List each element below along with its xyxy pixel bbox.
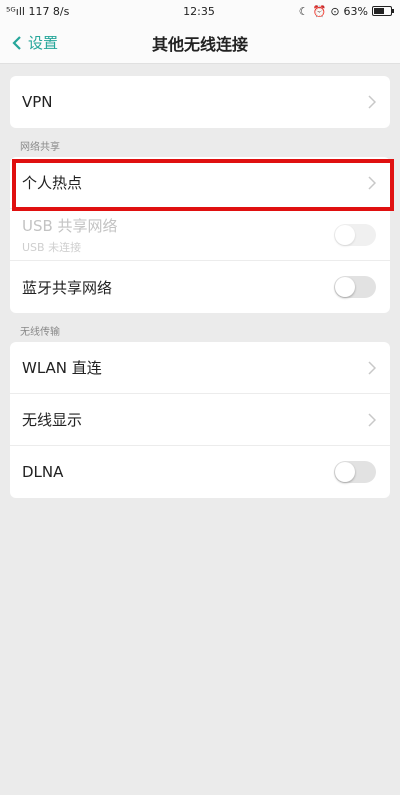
chevron-right-icon xyxy=(368,360,376,375)
section-label-transfer: 无线传输 xyxy=(20,327,60,338)
bt-tethering-item[interactable]: 蓝牙共享网络 xyxy=(10,261,390,313)
vpn-group: VPN xyxy=(10,76,390,128)
rotation-lock-icon: ⊙ xyxy=(330,4,340,18)
status-bar: ⁵ᴳıll 117 8/s 12:35 ☾ ⏰ ⊙ 63% xyxy=(0,0,400,22)
chevron-right-icon xyxy=(368,412,376,427)
back-button[interactable]: 设置 xyxy=(0,32,58,53)
chevron-left-icon xyxy=(12,35,21,50)
moon-icon: ☾ xyxy=(298,4,309,18)
section-label-sharing: 网络共享 xyxy=(20,142,60,153)
signal-status: ⁵ᴳıll 117 8/s xyxy=(6,4,70,18)
wireless-display-label: 无线显示 xyxy=(22,411,83,429)
status-icons: ☾ ⏰ ⊙ 63% xyxy=(252,4,394,18)
dlna-item[interactable]: DLNA xyxy=(10,446,390,498)
bt-label: 蓝牙共享网络 xyxy=(22,278,113,297)
alarm-icon: ⏰ xyxy=(312,4,327,18)
transfer-group: WLAN 直连 无线显示 DLNA xyxy=(10,342,390,498)
dlna-label: DLNA xyxy=(22,463,64,481)
usb-tethering-item: USB 共享网络 USB 未连接 xyxy=(10,209,390,261)
nav-header: 设置 其他无线连接 xyxy=(0,22,400,64)
usb-toggle xyxy=(334,223,376,246)
usb-sublabel: USB 未连接 xyxy=(22,240,82,254)
wlan-direct-label: WLAN 直连 xyxy=(22,359,102,377)
page-title: 其他无线连接 xyxy=(151,34,248,54)
back-label: 设置 xyxy=(28,34,59,52)
usb-label: USB 共享网络 xyxy=(22,216,118,235)
chevron-right-icon xyxy=(368,95,376,109)
wlan-direct-item[interactable]: WLAN 直连 xyxy=(10,342,390,394)
bt-toggle[interactable] xyxy=(334,276,376,298)
wireless-display-item[interactable]: 无线显示 xyxy=(10,394,390,446)
vpn-item[interactable]: VPN xyxy=(10,76,390,128)
battery-icon xyxy=(372,6,394,16)
highlight-box xyxy=(12,159,394,211)
settings-content: VPN 网络共享 个人热点 USB 共享网络 USB 未连接 蓝牙共享网络 无线… xyxy=(0,64,400,498)
dlna-toggle[interactable] xyxy=(334,461,376,483)
usb-text: USB 共享网络 USB 未连接 xyxy=(22,215,334,255)
clock: 12:35 xyxy=(183,4,215,18)
vpn-label: VPN xyxy=(22,93,53,111)
battery-percent: 63% xyxy=(343,4,368,18)
